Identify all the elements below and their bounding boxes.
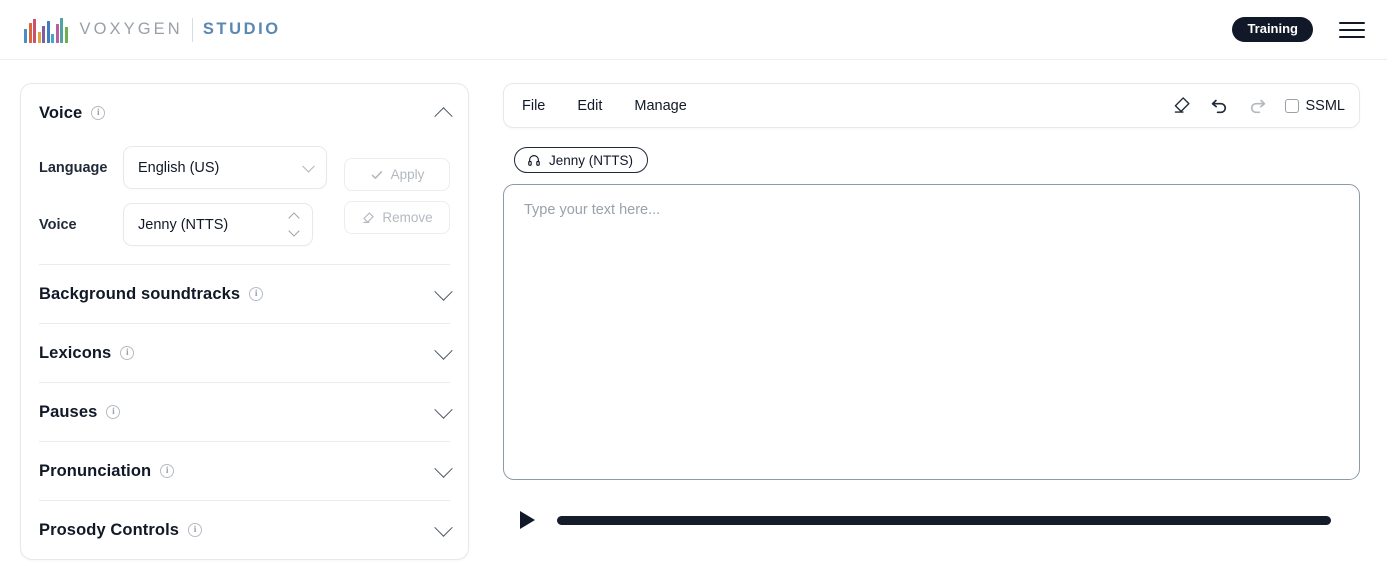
section-title: Background soundtracks	[39, 284, 241, 303]
check-icon	[371, 170, 382, 179]
logo-bar-3	[37, 31, 41, 43]
logo-bar-0	[24, 28, 27, 43]
header-actions: Training	[1232, 16, 1365, 43]
eraser-icon	[363, 211, 375, 223]
chevron-down-icon[interactable]	[434, 458, 453, 478]
voice-select[interactable]: Jenny (NTTS)	[123, 203, 313, 246]
logo-bar-9	[64, 26, 68, 43]
headphones-icon	[528, 155, 540, 166]
settings-sidebar: Voice i Language English (US) Voice Jenn…	[20, 83, 469, 560]
logo-bar-1	[28, 22, 32, 43]
section-title: Prosody Controls	[39, 520, 180, 539]
chevron-down-icon	[302, 159, 315, 173]
chevron-up-icon[interactable]	[434, 106, 453, 126]
app-header: VOXYGEN STUDIO Training	[0, 0, 1387, 60]
section-header-voice[interactable]: Voice i	[39, 84, 453, 142]
accordion-sections: Background soundtracks i Lexicons i Pauses i P…	[39, 265, 453, 559]
apply-button[interactable]: Apply	[344, 158, 450, 191]
voice-chip-label: Jenny (NTTS)	[549, 152, 634, 168]
ssml-checkbox[interactable]	[1284, 98, 1299, 113]
voice-action-buttons: Apply Remove	[344, 146, 450, 246]
training-badge[interactable]: Training	[1232, 16, 1313, 43]
hamburger-menu-icon[interactable]	[1339, 20, 1365, 40]
section-title: Pronunciation	[39, 461, 152, 480]
voice-section-body: Language English (US) Voice Jenny (NTTS)	[39, 142, 450, 264]
logo-bar-4	[42, 25, 45, 43]
logo-bar-6	[51, 33, 54, 43]
seek-bar[interactable]	[557, 515, 1331, 525]
logo-bar-2	[33, 18, 36, 43]
info-icon[interactable]: i	[160, 464, 175, 478]
brand-name-primary: VOXYGEN	[79, 20, 183, 38]
info-icon[interactable]: i	[106, 405, 121, 419]
editor-panel: File Edit Manage SSML Jenny (NTTS) Type …	[503, 83, 1360, 540]
language-label: Language	[39, 159, 108, 176]
section-title: Lexicons	[39, 343, 112, 362]
menu-file[interactable]: File	[522, 98, 545, 114]
menu-manage[interactable]: Manage	[634, 98, 686, 114]
voice-label: Voice	[39, 216, 77, 233]
logo-bar-8	[60, 17, 63, 43]
voice-field-row: Voice Jenny (NTTS)	[39, 203, 344, 246]
workspace: Voice i Language English (US) Voice Jenn…	[0, 60, 1387, 580]
section-title: Pauses	[39, 402, 98, 421]
voice-select-value: Jenny (NTTS)	[138, 216, 229, 233]
redo-icon[interactable]	[1247, 95, 1268, 116]
logo-bar-7	[55, 23, 59, 43]
brand-name-secondary: STUDIO	[202, 20, 281, 38]
section-title-voice: Voice	[39, 103, 83, 122]
ssml-toggle[interactable]: SSML	[1284, 97, 1346, 114]
audio-player	[503, 500, 1360, 540]
chevron-down-icon[interactable]	[434, 340, 453, 360]
editor-toolbar: File Edit Manage SSML	[503, 83, 1360, 128]
remove-button-label: Remove	[382, 210, 433, 225]
language-field-row: Language English (US)	[39, 146, 344, 189]
chevron-down-icon[interactable]	[434, 517, 453, 537]
section-header-lexicons[interactable]: Lexicons i	[39, 324, 453, 382]
section-header-pauses[interactable]: Pauses i	[39, 383, 453, 441]
eraser-icon[interactable]	[1171, 95, 1192, 116]
section-header-prosody-controls[interactable]: Prosody Controls i	[39, 501, 453, 559]
undo-icon[interactable]	[1209, 95, 1230, 116]
info-icon[interactable]: i	[91, 106, 106, 120]
info-icon[interactable]: i	[120, 346, 135, 360]
info-icon[interactable]: i	[188, 523, 203, 537]
chevron-down-icon[interactable]	[434, 281, 453, 301]
voice-fields: Language English (US) Voice Jenny (NTTS)	[39, 146, 344, 246]
text-editor[interactable]: Type your text here...	[503, 184, 1360, 480]
toolbar-right-actions: SSML	[1171, 95, 1346, 116]
brand-logo[interactable]: VOXYGEN STUDIO	[24, 17, 281, 43]
remove-button[interactable]: Remove	[344, 201, 450, 234]
brand-wordmark: VOXYGEN STUDIO	[79, 17, 281, 42]
section-header-pronunciation[interactable]: Pronunciation i	[39, 442, 453, 500]
menu-edit[interactable]: Edit	[577, 98, 602, 114]
language-select[interactable]: English (US)	[123, 146, 327, 189]
chevron-up-down-icon	[288, 204, 300, 245]
logo-bars-icon	[24, 17, 68, 43]
play-icon[interactable]	[520, 511, 535, 529]
logo-bar-5	[46, 20, 50, 43]
ssml-label: SSML	[1305, 97, 1346, 114]
apply-button-label: Apply	[390, 167, 425, 182]
voice-chip[interactable]: Jenny (NTTS)	[514, 147, 649, 173]
chevron-down-icon[interactable]	[434, 399, 453, 419]
section-header-background-soundtracks[interactable]: Background soundtracks i	[39, 265, 453, 323]
language-select-value: English (US)	[138, 159, 220, 176]
info-icon[interactable]: i	[249, 287, 264, 301]
brand-divider	[191, 17, 193, 42]
